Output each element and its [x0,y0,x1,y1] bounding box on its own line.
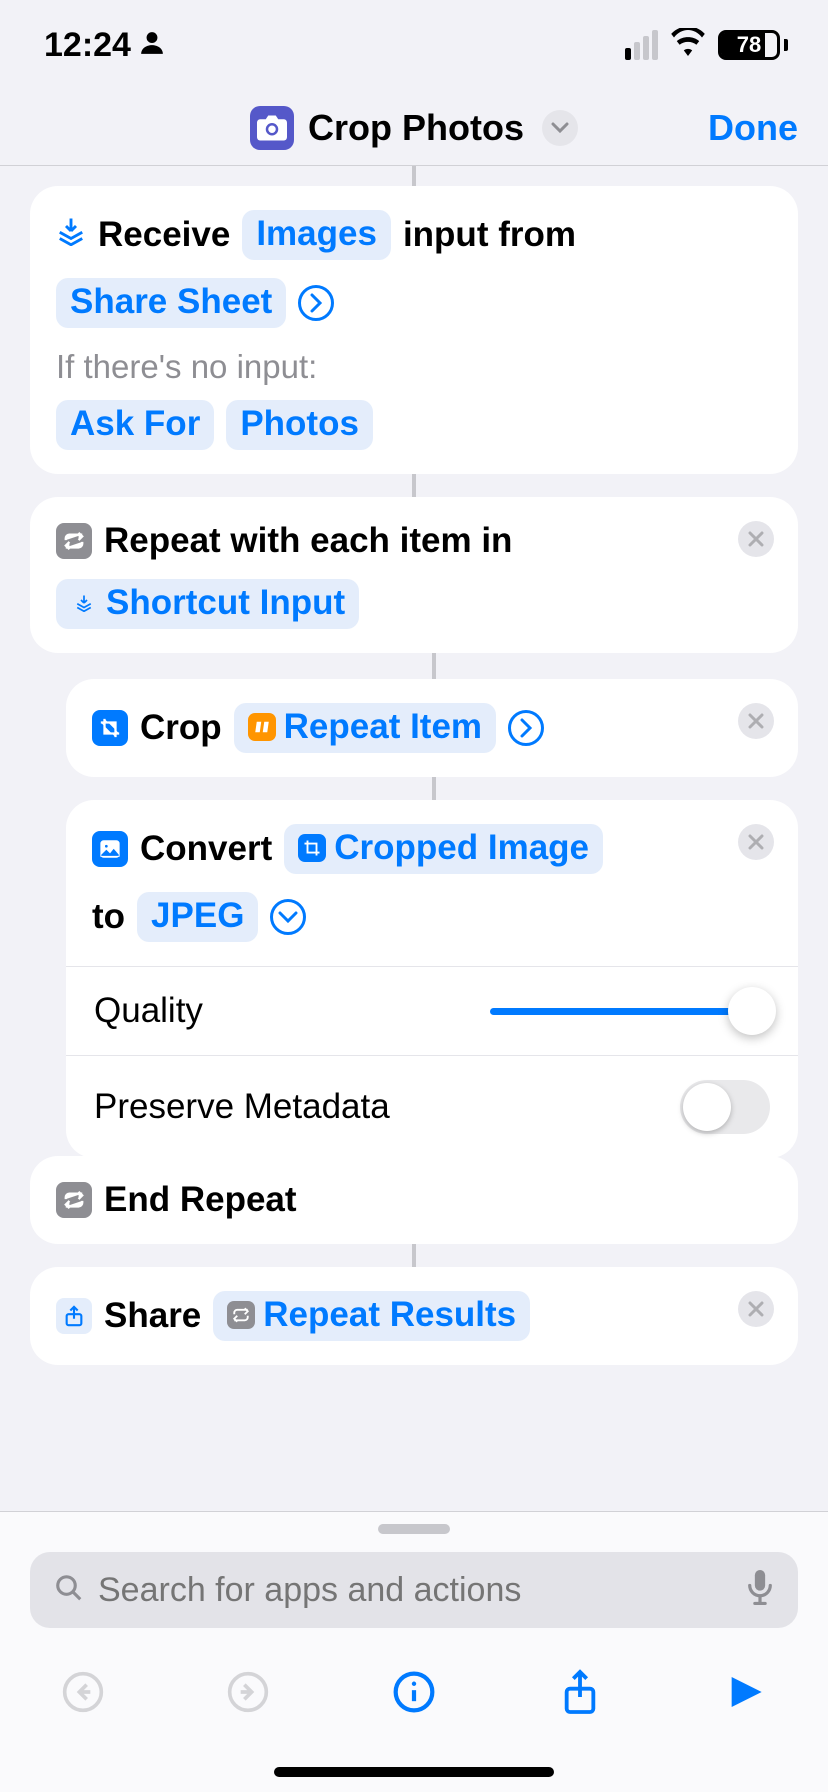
ask-for-token[interactable]: Ask For [56,400,214,450]
action-repeat-each[interactable]: Repeat with each item in Shortcut Input [30,497,798,653]
home-indicator[interactable] [274,1767,554,1777]
cellular-icon [625,30,658,60]
shortcut-input-token[interactable]: Shortcut Input [56,579,359,629]
repeat-icon [56,1182,92,1218]
no-input-label: If there's no input: [56,348,772,386]
status-bar: 12:24 78 [0,0,828,90]
metadata-toggle[interactable] [680,1080,770,1134]
share-sheet-token[interactable]: Share Sheet [56,278,286,328]
person-icon [139,26,165,65]
bottom-toolbar [0,1632,828,1752]
image-icon [92,831,128,867]
expand-icon[interactable] [508,710,544,746]
drag-handle[interactable] [378,1524,450,1534]
actions-canvas: Receive Images input from Share Sheet If… [0,166,828,1511]
shortcut-title-button[interactable]: Crop Photos [250,106,578,150]
expand-icon[interactable] [298,285,334,321]
end-repeat-title: End Repeat [104,1180,297,1220]
run-button[interactable] [715,1662,775,1722]
redo-button[interactable] [218,1662,278,1722]
undo-button[interactable] [53,1662,113,1722]
page-title: Crop Photos [308,107,524,149]
metadata-label: Preserve Metadata [94,1087,390,1127]
delete-action-button[interactable] [738,1291,774,1327]
photos-token[interactable]: Photos [226,400,373,450]
repeat-icon [56,523,92,559]
images-token[interactable]: Images [242,210,391,260]
dictate-icon[interactable] [746,1570,774,1611]
convert-title: Convert [140,829,272,869]
share-title: Share [104,1296,201,1336]
repeat-item-token[interactable]: Repeat Item [234,703,496,753]
quality-slider[interactable] [490,996,770,1026]
metadata-row: Preserve Metadata [66,1055,798,1158]
format-token[interactable]: JPEG [137,892,258,942]
nav-bar: Crop Photos Done [0,90,828,166]
search-panel [0,1511,828,1632]
cropped-image-token[interactable]: Cropped Image [284,824,603,874]
share-button[interactable] [550,1662,610,1722]
chevron-down-icon [542,110,578,146]
action-convert-image[interactable]: Convert Cropped Image to JPEG Quality [66,800,798,1158]
wifi-icon [670,26,706,65]
delete-action-button[interactable] [738,824,774,860]
search-input[interactable] [98,1571,732,1610]
quality-label: Quality [94,991,203,1031]
search-icon [54,1573,84,1608]
delete-action-button[interactable] [738,521,774,557]
share-icon [56,1298,92,1334]
home-indicator-area [0,1752,828,1792]
delete-action-button[interactable] [738,703,774,739]
collapse-icon[interactable] [270,899,306,935]
action-receive-input[interactable]: Receive Images input from Share Sheet If… [30,186,798,474]
camera-icon [250,106,294,150]
action-end-repeat[interactable]: End Repeat [30,1156,798,1244]
status-time: 12:24 [44,26,131,65]
action-share[interactable]: Share Repeat Results [30,1267,798,1365]
crop-icon [92,710,128,746]
crop-title: Crop [140,708,222,748]
input-from-word: input from [403,215,576,255]
battery-icon: 78 [718,30,788,60]
action-crop[interactable]: Crop Repeat Item [66,679,798,777]
search-field[interactable] [30,1552,798,1628]
input-down-icon [56,215,86,255]
repeat-results-token[interactable]: Repeat Results [213,1291,530,1341]
quality-row: Quality [66,966,798,1055]
done-button[interactable]: Done [708,107,798,149]
receive-word: Receive [98,215,230,255]
info-button[interactable] [384,1662,444,1722]
to-word: to [92,897,125,937]
repeat-title: Repeat with each item in [104,521,512,561]
